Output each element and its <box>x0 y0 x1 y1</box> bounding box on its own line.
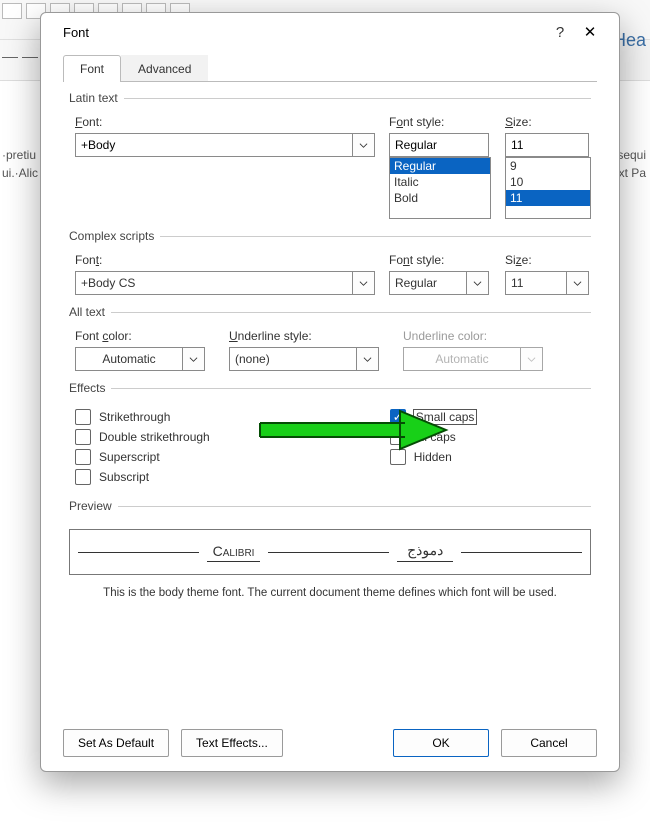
complex-style-label: Font style: <box>389 253 491 267</box>
preview-sample-2: دموذج <box>397 542 453 562</box>
chevron-down-icon[interactable] <box>353 133 375 157</box>
latin-size-input[interactable] <box>505 133 591 157</box>
alltext-legend: All text <box>69 305 111 319</box>
tab-font[interactable]: Font <box>63 55 121 82</box>
underline-color-label: Underline color: <box>403 329 553 343</box>
bg-text: ·pretiu <box>2 148 36 162</box>
tab-advanced[interactable]: Advanced <box>121 55 208 82</box>
checkbox-superscript[interactable]: Superscript <box>75 449 210 465</box>
list-item[interactable]: Bold <box>390 190 490 206</box>
dialog-title: Font <box>63 25 545 40</box>
complex-legend: Complex scripts <box>69 229 160 243</box>
list-item[interactable]: 11 <box>506 190 590 206</box>
chevron-down-icon[interactable] <box>467 271 489 295</box>
preview-box: Calibri دموذج <box>69 529 591 575</box>
complex-size-label: Size: <box>505 253 591 267</box>
cancel-button[interactable]: Cancel <box>501 729 597 757</box>
help-button[interactable]: ? <box>545 24 575 41</box>
font-style-label: Font style: <box>389 115 491 129</box>
list-item[interactable]: Italic <box>390 174 490 190</box>
chevron-down-icon[interactable] <box>567 271 589 295</box>
checkbox-double-strikethrough[interactable]: Double strikethrough <box>75 429 210 445</box>
preview-legend: Preview <box>69 499 118 513</box>
underline-color-combo: Automatic <box>403 347 553 371</box>
checkbox-hidden[interactable]: Hidden <box>390 449 477 465</box>
latin-style-input[interactable] <box>389 133 491 157</box>
complex-style-combo[interactable]: Regular <box>389 271 491 295</box>
chevron-down-icon[interactable] <box>353 271 375 295</box>
complex-font-combo[interactable]: +Body CS <box>75 271 375 295</box>
checkbox-strikethrough[interactable]: Strikethrough <box>75 409 210 425</box>
checkbox-all-caps[interactable]: All caps <box>390 429 477 445</box>
latin-font-input[interactable] <box>75 133 353 157</box>
checkbox-small-caps[interactable]: Small caps <box>390 409 477 425</box>
latin-font-combo[interactable] <box>75 133 375 157</box>
complex-font-label: Font: <box>75 253 375 267</box>
size-label: Size: <box>505 115 591 129</box>
font-color-label: Font color: <box>75 329 215 343</box>
latin-size-list[interactable]: 9 10 11 <box>505 157 591 219</box>
latin-style-list[interactable]: Regular Italic Bold <box>389 157 491 219</box>
underline-style-combo[interactable]: (none) <box>229 347 389 371</box>
chevron-down-icon <box>521 347 543 371</box>
text-effects-button[interactable]: Text Effects... <box>181 729 283 757</box>
close-button[interactable]: ✕ <box>575 23 605 41</box>
bg-text: sequi <box>617 148 646 162</box>
checkbox-subscript[interactable]: Subscript <box>75 469 210 485</box>
set-default-button[interactable]: Set As Default <box>63 729 169 757</box>
chevron-down-icon[interactable] <box>357 347 379 371</box>
ok-button[interactable]: OK <box>393 729 489 757</box>
font-dialog: Font ? ✕ Font Advanced Latin text FFont:… <box>40 12 620 772</box>
latin-legend: Latin text <box>69 91 124 105</box>
font-color-combo[interactable]: Automatic <box>75 347 215 371</box>
bg-toolbar2 <box>0 40 45 80</box>
bg-text: ui.·Alic <box>2 166 38 180</box>
list-item[interactable]: Regular <box>390 158 490 174</box>
list-item[interactable]: 9 <box>506 158 590 174</box>
preview-note: This is the body theme font. The current… <box>69 583 591 607</box>
underline-style-label: Underline style: <box>229 329 389 343</box>
font-label: FFont:ont: <box>75 115 375 129</box>
preview-sample-1: Calibri <box>207 543 261 562</box>
list-item[interactable]: 10 <box>506 174 590 190</box>
chevron-down-icon[interactable] <box>183 347 205 371</box>
effects-legend: Effects <box>69 381 111 395</box>
complex-size-combo[interactable]: 11 <box>505 271 591 295</box>
